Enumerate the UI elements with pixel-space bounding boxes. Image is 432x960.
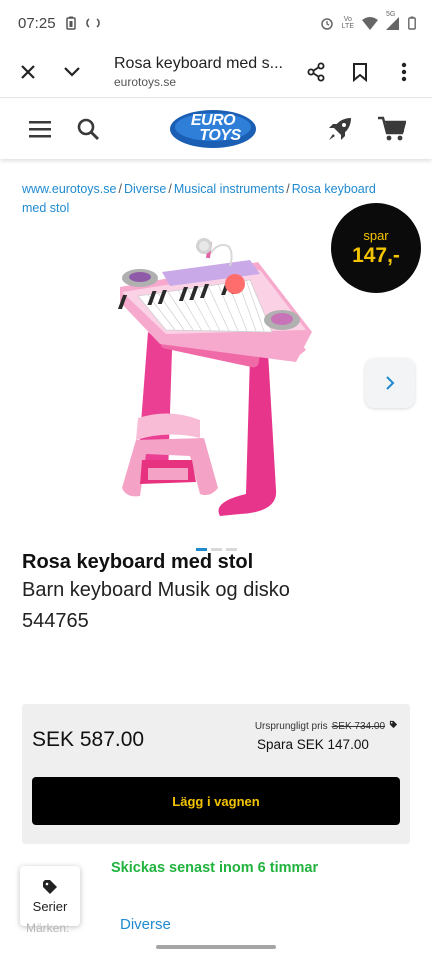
product-title: Rosa keyboard med stol (22, 551, 254, 573)
signal-icon: 5G (386, 11, 400, 30)
eurotoys-logo[interactable]: EURO TOYS (168, 105, 258, 151)
signal-label: 5G (386, 10, 396, 18)
browser-toolbar: Rosa keyboard med s... eurotoys.se (0, 46, 432, 98)
search-icon[interactable] (66, 107, 110, 151)
original-price: Ursprungligt pris SEK 734.00 (255, 720, 398, 732)
share-icon[interactable] (294, 50, 338, 94)
page-title: Rosa keyboard med s... (114, 54, 283, 72)
status-bar: 07:25 Vo LTE 5G (0, 0, 432, 46)
brand-link[interactable]: Diverse (120, 916, 171, 933)
rocket-icon[interactable] (318, 107, 362, 151)
network-label: LTE (341, 23, 354, 30)
next-image-button[interactable] (365, 358, 415, 408)
breadcrumb-separator: / (286, 182, 290, 196)
gesture-bar[interactable] (156, 945, 276, 949)
product-subtitle: Barn keyboard Musik og disko (22, 579, 290, 601)
sync-icon (85, 16, 100, 30)
tag-icon (43, 879, 57, 894)
brand-label: Märken: (26, 921, 70, 935)
breadcrumb-diverse[interactable]: Diverse (124, 182, 166, 196)
original-price-label: Ursprungligt pris (254, 720, 328, 732)
breadcrumb-musical-instruments[interactable]: Musical instruments (174, 182, 284, 196)
shipping-info: Skickas senast inom 6 timmar (111, 860, 319, 876)
original-price-value: SEK 734.00 (331, 720, 385, 732)
page-info[interactable]: Rosa keyboard med s... eurotoys.se (114, 55, 294, 89)
chevron-down-icon[interactable] (50, 50, 94, 94)
price-box: SEK 587.00 Ursprungligt pris SEK 734.00 … (22, 704, 410, 844)
price-tag-icon (389, 720, 398, 732)
product-image[interactable] (100, 232, 330, 532)
logo-text: EURO TOYS (185, 112, 241, 144)
breadcrumb-home[interactable]: www.eurotoys.se (22, 182, 116, 196)
wifi-icon (362, 16, 378, 30)
bookmark-icon[interactable] (338, 50, 382, 94)
serier-label: Serier (32, 898, 68, 914)
breadcrumb-separator: / (168, 182, 172, 196)
save-badge-amount: 147,- (352, 244, 400, 267)
battery-saver-icon (65, 16, 76, 30)
more-vert-icon[interactable] (382, 50, 426, 94)
breadcrumb-separator: / (118, 182, 122, 196)
alarm-icon (320, 16, 334, 30)
cart-icon[interactable] (370, 107, 414, 151)
product-sku: 544765 (22, 610, 89, 632)
close-icon[interactable] (6, 50, 50, 94)
serier-button[interactable]: Serier (20, 866, 80, 926)
save-badge: spar 147,- (331, 203, 421, 293)
page-url: eurotoys.se (114, 74, 177, 89)
volte-icon: Vo LTE (341, 16, 354, 30)
status-time: 07:25 (18, 14, 56, 32)
chevron-right-icon (386, 376, 395, 390)
logo-line-2: TOYS (199, 127, 241, 144)
save-badge-label: spar (363, 228, 389, 243)
product-price: SEK 587.00 (32, 728, 145, 751)
logo-line-1: EURO (190, 112, 236, 129)
menu-icon[interactable] (18, 107, 62, 151)
site-header: EURO TOYS (0, 99, 432, 159)
save-amount-text: Spara SEK 147.00 (257, 737, 369, 752)
add-to-cart-button[interactable]: Lägg i vagnen (32, 777, 400, 825)
battery-icon (408, 16, 416, 30)
breadcrumb: www.eurotoys.se / Diverse / Musical instrume… (22, 180, 392, 218)
